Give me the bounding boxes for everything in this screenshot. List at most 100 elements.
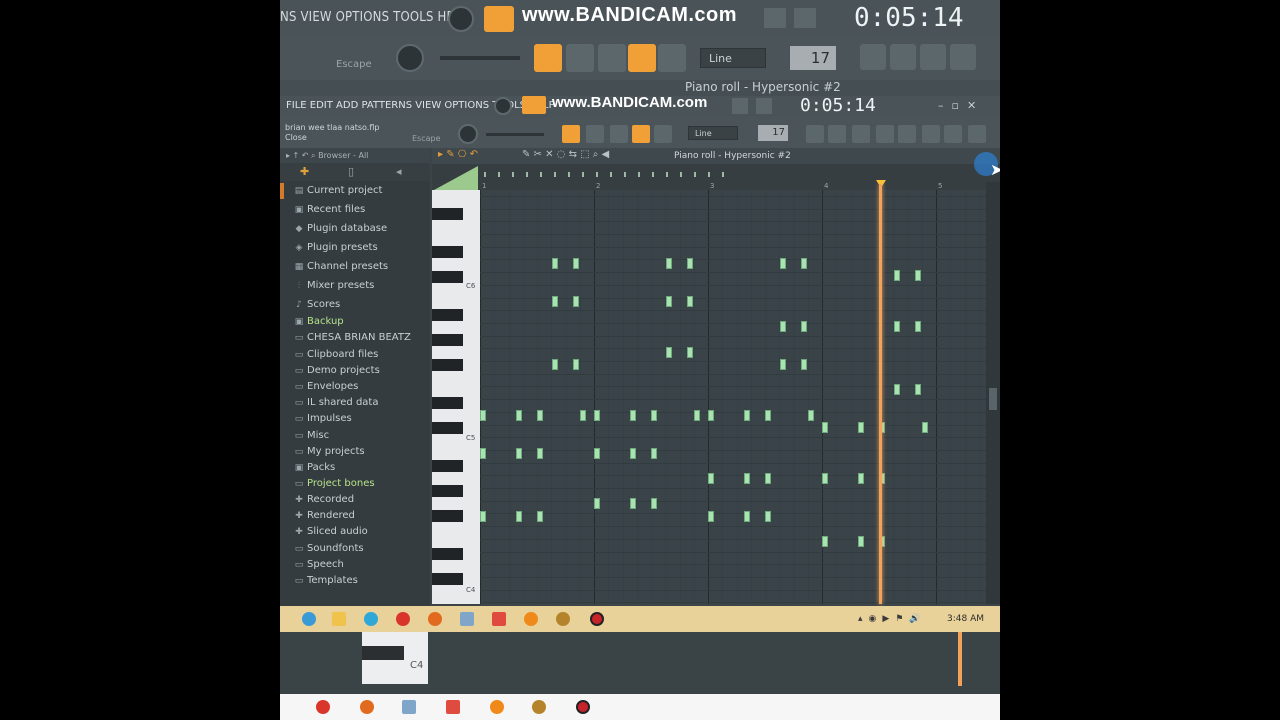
midi-note[interactable] [858, 422, 864, 433]
pianoroll-icon[interactable] [828, 125, 846, 143]
tool-icon[interactable] [732, 98, 748, 114]
midi-note[interactable] [552, 258, 558, 269]
window-controls[interactable]: –▫✕ [938, 99, 984, 112]
firefox-icon[interactable] [428, 612, 442, 626]
main-menu[interactable]: FILE EDIT ADD PATTERNS VIEW OPTIONS TOOL… [286, 100, 555, 111]
vlc-icon[interactable] [490, 700, 504, 714]
midi-note[interactable] [552, 296, 558, 307]
browser-item[interactable]: ▭ Project bones [294, 476, 375, 492]
browser-item[interactable]: ▣ Backup [294, 314, 344, 330]
vlc-icon[interactable] [524, 612, 538, 626]
bg-stamp-icon[interactable] [658, 44, 686, 72]
firefox-icon[interactable] [360, 700, 374, 714]
bg-arrow-icon[interactable] [566, 44, 594, 72]
midi-note[interactable] [915, 321, 921, 332]
midi-note[interactable] [822, 422, 828, 433]
midi-note[interactable] [858, 473, 864, 484]
mixer-icon[interactable] [852, 125, 870, 143]
black-key[interactable] [432, 208, 463, 220]
app-icon[interactable] [460, 612, 474, 626]
volume-knob[interactable] [458, 124, 478, 144]
midi-note[interactable] [630, 410, 636, 421]
bg-volume-knob[interactable] [396, 44, 424, 72]
tray-icons[interactable]: ▴◉▶⚑🔊 [858, 614, 927, 624]
midi-note[interactable] [666, 296, 672, 307]
browser-item[interactable]: ▭ My projects [294, 444, 365, 460]
browser-item[interactable]: ▭ CHESA BRIAN BEATZ [294, 330, 411, 346]
browser-item[interactable]: ♪ Scores [294, 297, 340, 313]
bg-pattern-icon[interactable] [534, 44, 562, 72]
pianoroll-edit-icons[interactable]: ✎ ✂ ✕ ◌ ⇆ ⬚ ⌕ ◀ [522, 149, 609, 160]
midi-note[interactable] [594, 410, 600, 421]
explorer-icon[interactable] [332, 612, 346, 626]
black-key[interactable] [432, 359, 463, 371]
bg-channel-icon[interactable] [920, 44, 946, 70]
midi-note[interactable] [822, 473, 828, 484]
bg-tool-icon[interactable] [764, 8, 786, 28]
help-icon[interactable] [968, 125, 986, 143]
browser-item[interactable]: ▭ Misc [294, 428, 329, 444]
midi-note[interactable] [651, 498, 657, 509]
browser-item[interactable]: ▭ Impulses [294, 411, 352, 427]
midi-note[interactable] [694, 410, 700, 421]
midi-note[interactable] [573, 359, 579, 370]
tool-icon[interactable] [756, 98, 772, 114]
midi-note[interactable] [480, 410, 486, 421]
bg-tempo-field[interactable]: 17 [790, 46, 836, 70]
browser-icon[interactable] [922, 125, 940, 143]
file-icon[interactable]: ▯ [348, 165, 354, 178]
clock[interactable]: 3:48 AM [947, 614, 984, 624]
plugin-icon[interactable] [898, 125, 916, 143]
midi-note[interactable] [744, 473, 750, 484]
browser-item[interactable]: ▭ Demo projects [294, 363, 380, 379]
midi-note[interactable] [630, 498, 636, 509]
midi-note[interactable] [808, 410, 814, 421]
midi-note[interactable] [516, 511, 522, 522]
black-key[interactable] [432, 573, 463, 585]
midi-note[interactable] [687, 296, 693, 307]
midi-note[interactable] [480, 511, 486, 522]
midi-note[interactable] [922, 422, 928, 433]
snap-select[interactable]: Line [688, 126, 738, 140]
midi-note[interactable] [894, 270, 900, 281]
black-key[interactable] [432, 485, 463, 497]
midi-note[interactable] [573, 296, 579, 307]
black-key[interactable] [432, 271, 463, 283]
midi-note[interactable] [708, 511, 714, 522]
midi-note[interactable] [651, 410, 657, 421]
opera-icon[interactable] [316, 700, 330, 714]
tuner-icon[interactable] [944, 125, 962, 143]
black-key[interactable] [432, 510, 463, 522]
midi-note[interactable] [822, 536, 828, 547]
midi-note[interactable] [780, 258, 786, 269]
midi-note[interactable] [780, 321, 786, 332]
scroll-thumb[interactable] [989, 388, 997, 410]
browser-item[interactable]: ▣ Recent files [294, 202, 365, 218]
add-icon[interactable]: ✚ [300, 165, 309, 178]
bandicam-icon[interactable] [576, 700, 590, 714]
bg-mixer-icon[interactable] [950, 44, 976, 70]
pianoroll-ruler[interactable] [432, 164, 1000, 190]
browser-item[interactable]: ✚ Rendered [294, 508, 355, 524]
ie-icon[interactable] [302, 612, 316, 626]
midi-note[interactable] [552, 359, 558, 370]
arrow-icon[interactable] [586, 125, 604, 143]
app-icon[interactable] [402, 700, 416, 714]
black-key[interactable] [432, 422, 463, 434]
midi-note[interactable] [801, 258, 807, 269]
playlist-icon[interactable] [806, 125, 824, 143]
midi-note[interactable] [915, 270, 921, 281]
stamp-icon[interactable] [654, 125, 672, 143]
midi-note[interactable] [666, 258, 672, 269]
bg-pat-song-toggle[interactable] [484, 6, 514, 32]
midi-note[interactable] [801, 359, 807, 370]
midi-note[interactable] [480, 448, 486, 459]
bandicam-icon[interactable] [590, 612, 604, 626]
note-grid[interactable] [480, 190, 986, 604]
bg-link-icon[interactable] [628, 44, 656, 72]
pat-song-toggle[interactable] [522, 96, 546, 114]
bg-tool-icon[interactable] [794, 8, 816, 28]
browser-item[interactable]: ⫶ Mixer presets [294, 278, 374, 294]
browser-nav-icon[interactable]: ▸ ↑ ↶ ⌕ [280, 151, 318, 160]
midi-note[interactable] [651, 448, 657, 459]
